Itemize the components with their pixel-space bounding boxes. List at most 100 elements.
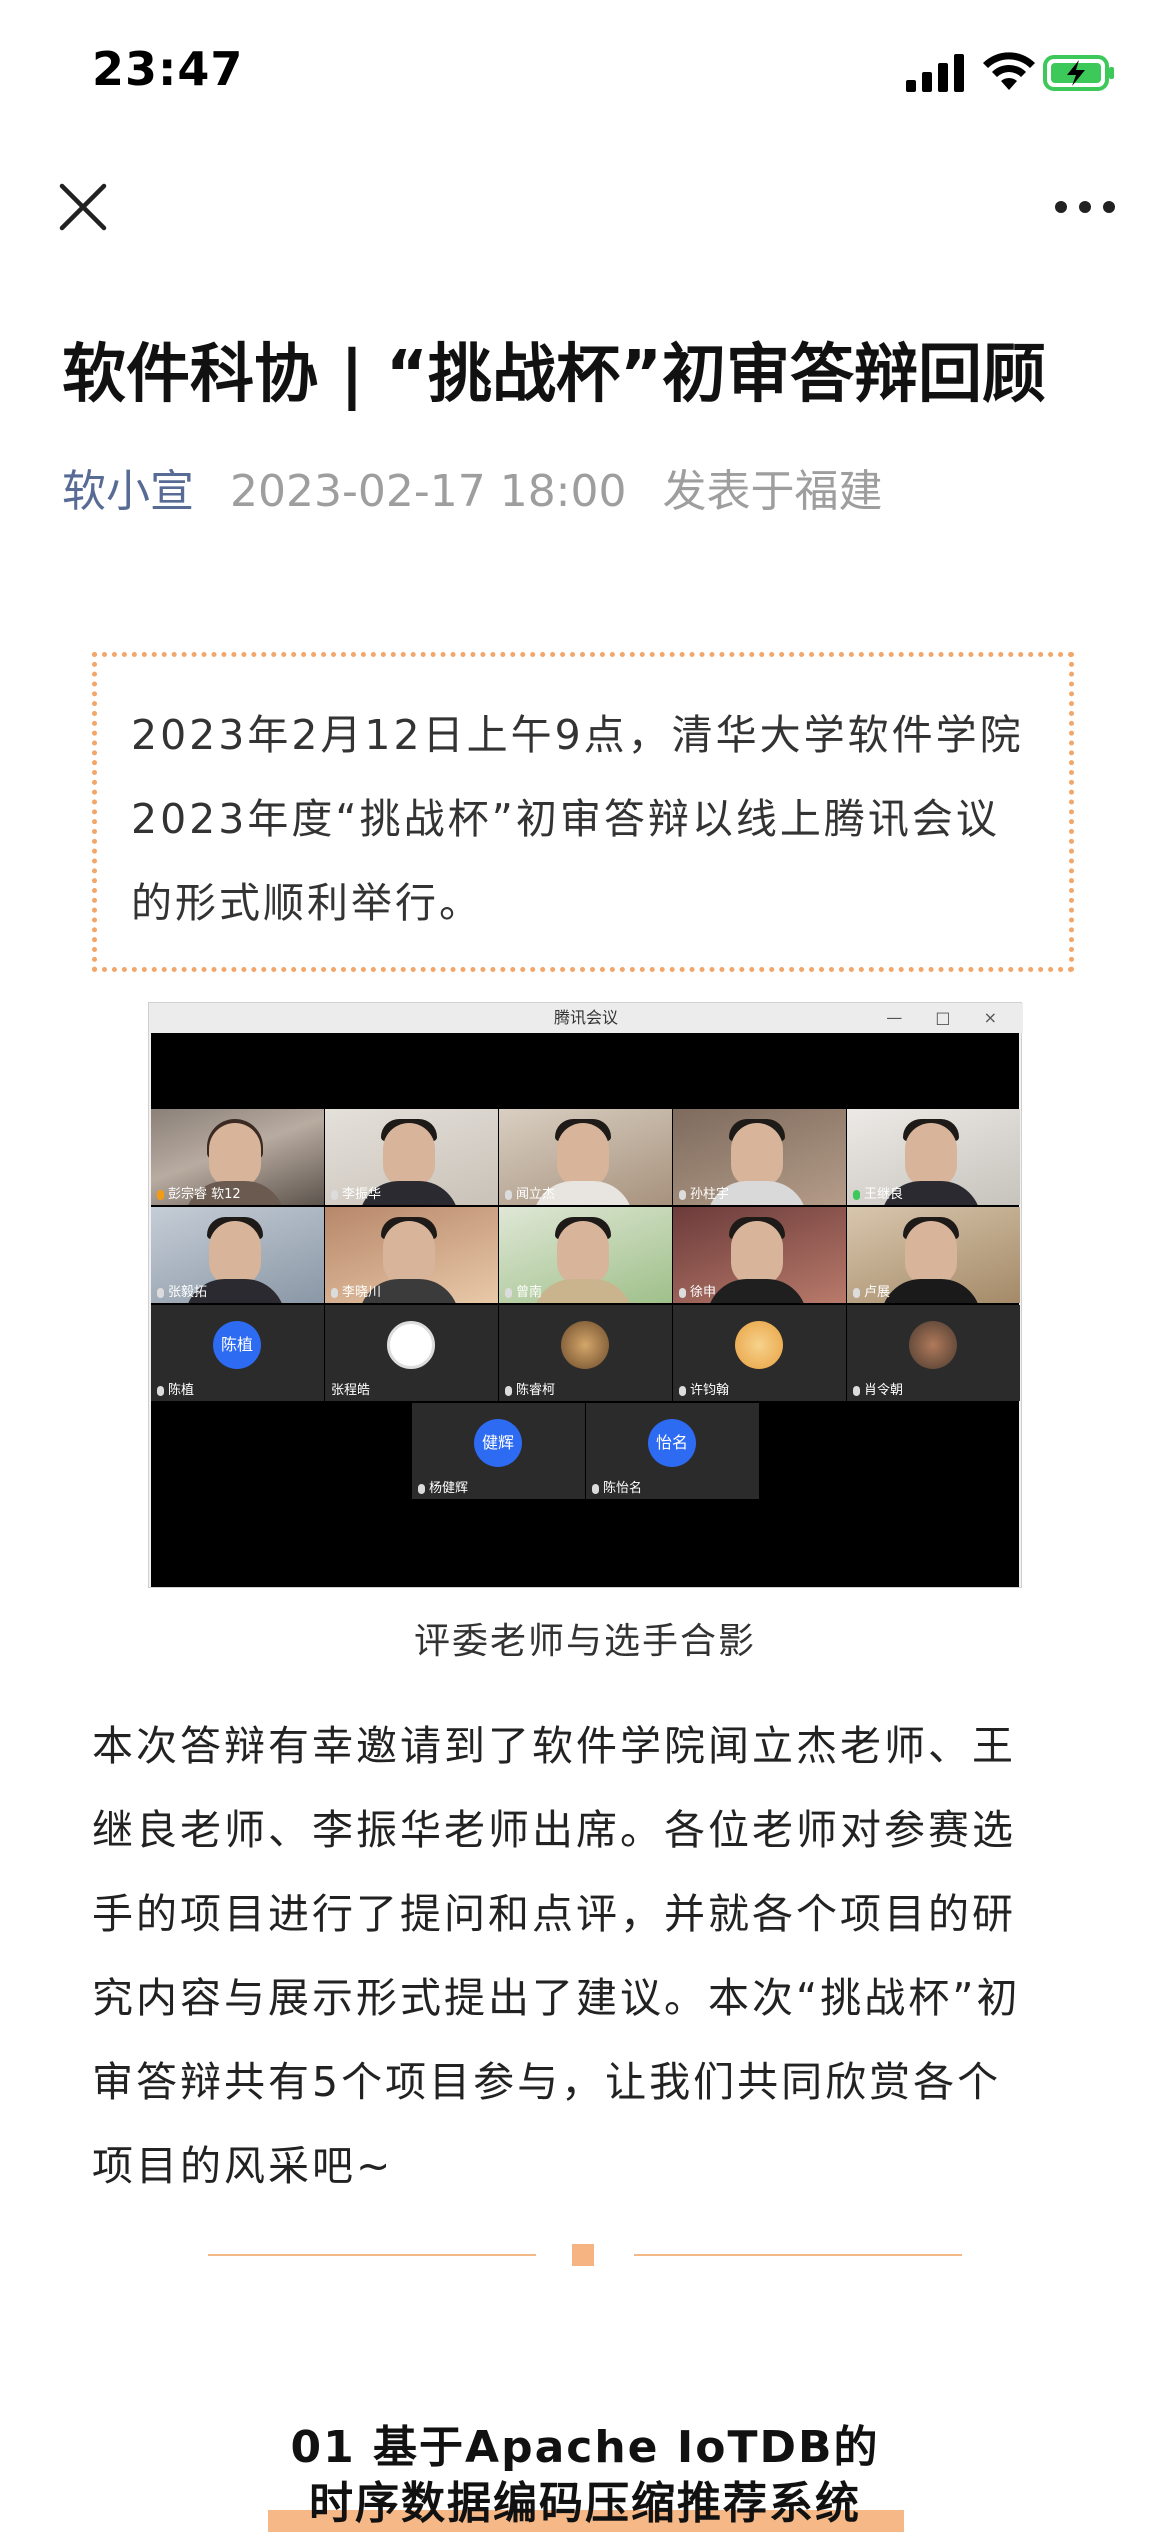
participant-body	[533, 1279, 633, 1303]
participant-name: 杨健辉	[418, 1477, 468, 1496]
participant-name: 孙柱宇	[679, 1183, 729, 1202]
participant-face	[209, 1221, 261, 1285]
participant-body	[881, 1279, 981, 1303]
body-line: 手的项目进行了提问和点评，并就各个项目的研	[92, 1890, 1016, 1938]
participant-name: 曾南	[505, 1281, 542, 1300]
participant-name: 彭宗睿 软12	[157, 1183, 241, 1202]
body-line: 究内容与展示形式提出了建议。本次“挑战杯”初	[92, 1974, 1021, 2022]
intro-line: 2023年2月12日上午9点，清华大学软件学院	[131, 711, 1024, 759]
participant-name-label: 曾南	[516, 1285, 543, 1300]
participant-name-label: 彭宗睿 软12	[168, 1187, 241, 1202]
participant-name-label: 陈睿柯	[516, 1383, 556, 1398]
mic-icon	[418, 1483, 425, 1494]
status-bar: 23:47	[0, 0, 1170, 150]
participant-tile: 张毅拓	[151, 1207, 324, 1303]
intro-text: 2023年2月12日上午9点，清华大学软件学院 2023年度“挑战杯”初审答辩以…	[131, 693, 1051, 945]
participant-name: 李振华	[331, 1183, 381, 1202]
meeting-video-grid: 彭宗睿 软12 李振华 闻立杰 孙柱宇 王继良 张毅拓 李晓川 曾南 徐申 卢展…	[151, 1033, 1020, 1587]
participant-tile: 怡名 陈怡名	[586, 1403, 759, 1499]
participant-face	[557, 1221, 609, 1285]
participant-name: 肖令朝	[853, 1379, 903, 1398]
meeting-screenshot[interactable]: 腾讯会议 — □ × 彭宗睿 软12 李振华 闻立杰 孙柱宇 王继良 张毅拓 李…	[148, 1002, 1023, 1588]
avatar	[387, 1321, 435, 1369]
participant-face	[557, 1123, 609, 1187]
signal-icon	[906, 54, 964, 92]
participant-tile: 健辉 杨健辉	[412, 1403, 585, 1499]
participant-tile: 张程皓	[325, 1305, 498, 1401]
participant-name-label: 徐申	[690, 1285, 717, 1300]
participant-name-label: 张毅拓	[168, 1285, 208, 1300]
participant-tile: 彭宗睿 软12	[151, 1109, 324, 1205]
article-title: 软件科协 | “挑战杯”初审答辩回顾	[62, 338, 1047, 412]
article-body: 本次答辩有幸邀请到了软件学院闻立杰老师、王 继良老师、李振华老师出席。各位老师对…	[92, 1704, 1082, 2208]
participant-name: 闻立杰	[505, 1183, 555, 1202]
body-line: 继良老师、李振华老师出席。各位老师对参赛选	[92, 1806, 1016, 1854]
participant-tile: 卢展	[847, 1207, 1020, 1303]
participant-name: 许钧翰	[679, 1379, 729, 1398]
author-link[interactable]: 软小宣	[62, 466, 194, 517]
mic-active-icon	[853, 1189, 860, 1200]
avatar	[909, 1321, 957, 1369]
participant-face	[905, 1123, 957, 1187]
more-icon[interactable]	[1052, 190, 1118, 224]
battery-icon	[1043, 55, 1114, 91]
participant-tile: 徐申	[673, 1207, 846, 1303]
mic-icon	[679, 1287, 686, 1298]
participant-name: 李晓川	[331, 1281, 381, 1300]
participant-tile: 李振华	[325, 1109, 498, 1205]
participant-name: 卢展	[853, 1281, 890, 1300]
participant-name-label: 杨健辉	[429, 1481, 469, 1496]
participant-name: 陈睿柯	[505, 1379, 555, 1398]
participant-name-label: 卢展	[864, 1285, 891, 1300]
window-controls: — □ ×	[886, 1008, 1011, 1027]
participant-name-label: 孙柱宇	[690, 1187, 730, 1202]
participant-face	[383, 1221, 435, 1285]
participant-face	[731, 1221, 783, 1285]
mic-icon	[157, 1385, 164, 1396]
article-meta: 软小宣 2023-02-17 18:00 发表于福建	[62, 462, 883, 522]
participant-name: 张程皓	[331, 1379, 370, 1398]
participant-name-label: 许钧翰	[690, 1383, 730, 1398]
mic-icon	[505, 1287, 512, 1298]
participant-tile: 许钧翰	[673, 1305, 846, 1401]
intro-line: 2023年度“挑战杯”初审答辩以线上腾讯会议	[131, 795, 1000, 843]
avatar	[561, 1321, 609, 1369]
participant-name-label: 王继良	[864, 1187, 904, 1202]
status-time: 23:47	[92, 42, 244, 96]
divider-dot	[572, 2244, 594, 2266]
participant-face	[209, 1123, 261, 1187]
mic-icon	[331, 1287, 338, 1298]
participant-name: 张毅拓	[157, 1281, 207, 1300]
participant-name-label: 李振华	[342, 1187, 382, 1202]
host-icon	[157, 1189, 164, 1200]
close-icon[interactable]	[56, 180, 110, 234]
section-heading: 01 基于Apache IoTDB的 时序数据编码压缩推荐系统	[0, 2420, 1170, 2532]
mic-icon	[505, 1189, 512, 1200]
body-line: 本次答辩有幸邀请到了软件学院闻立杰老师、王	[92, 1722, 1016, 1770]
participant-name: 徐申	[679, 1281, 716, 1300]
participant-name-label: 陈怡名	[603, 1481, 643, 1496]
intro-box: 2023年2月12日上午9点，清华大学软件学院 2023年度“挑战杯”初审答辩以…	[92, 652, 1074, 972]
participant-name: 王继良	[853, 1183, 903, 1202]
participant-tile: 陈植 陈植	[151, 1305, 324, 1401]
mic-icon	[679, 1385, 686, 1396]
divider-left	[208, 2254, 536, 2256]
mic-icon	[505, 1385, 512, 1396]
participant-body	[707, 1279, 807, 1303]
participant-name-label: 张程皓	[331, 1383, 371, 1398]
participant-name-label: 闻立杰	[516, 1187, 556, 1202]
mic-icon	[853, 1287, 860, 1298]
divider-right	[634, 2254, 962, 2256]
avatar: 健辉	[474, 1419, 522, 1467]
participant-name: 陈怡名	[592, 1477, 642, 1496]
section-heading-line: 时序数据编码压缩推荐系统	[309, 2478, 861, 2529]
publish-date: 2023-02-17 18:00	[230, 466, 627, 517]
mic-icon	[853, 1385, 860, 1396]
participant-tile: 闻立杰	[499, 1109, 672, 1205]
mic-icon	[679, 1189, 686, 1200]
participant-tile: 曾南	[499, 1207, 672, 1303]
nav-bar	[0, 160, 1170, 260]
participant-tile: 孙柱宇	[673, 1109, 846, 1205]
mic-icon	[331, 1189, 338, 1200]
body-line: 项目的风采吧~	[92, 2142, 394, 2190]
